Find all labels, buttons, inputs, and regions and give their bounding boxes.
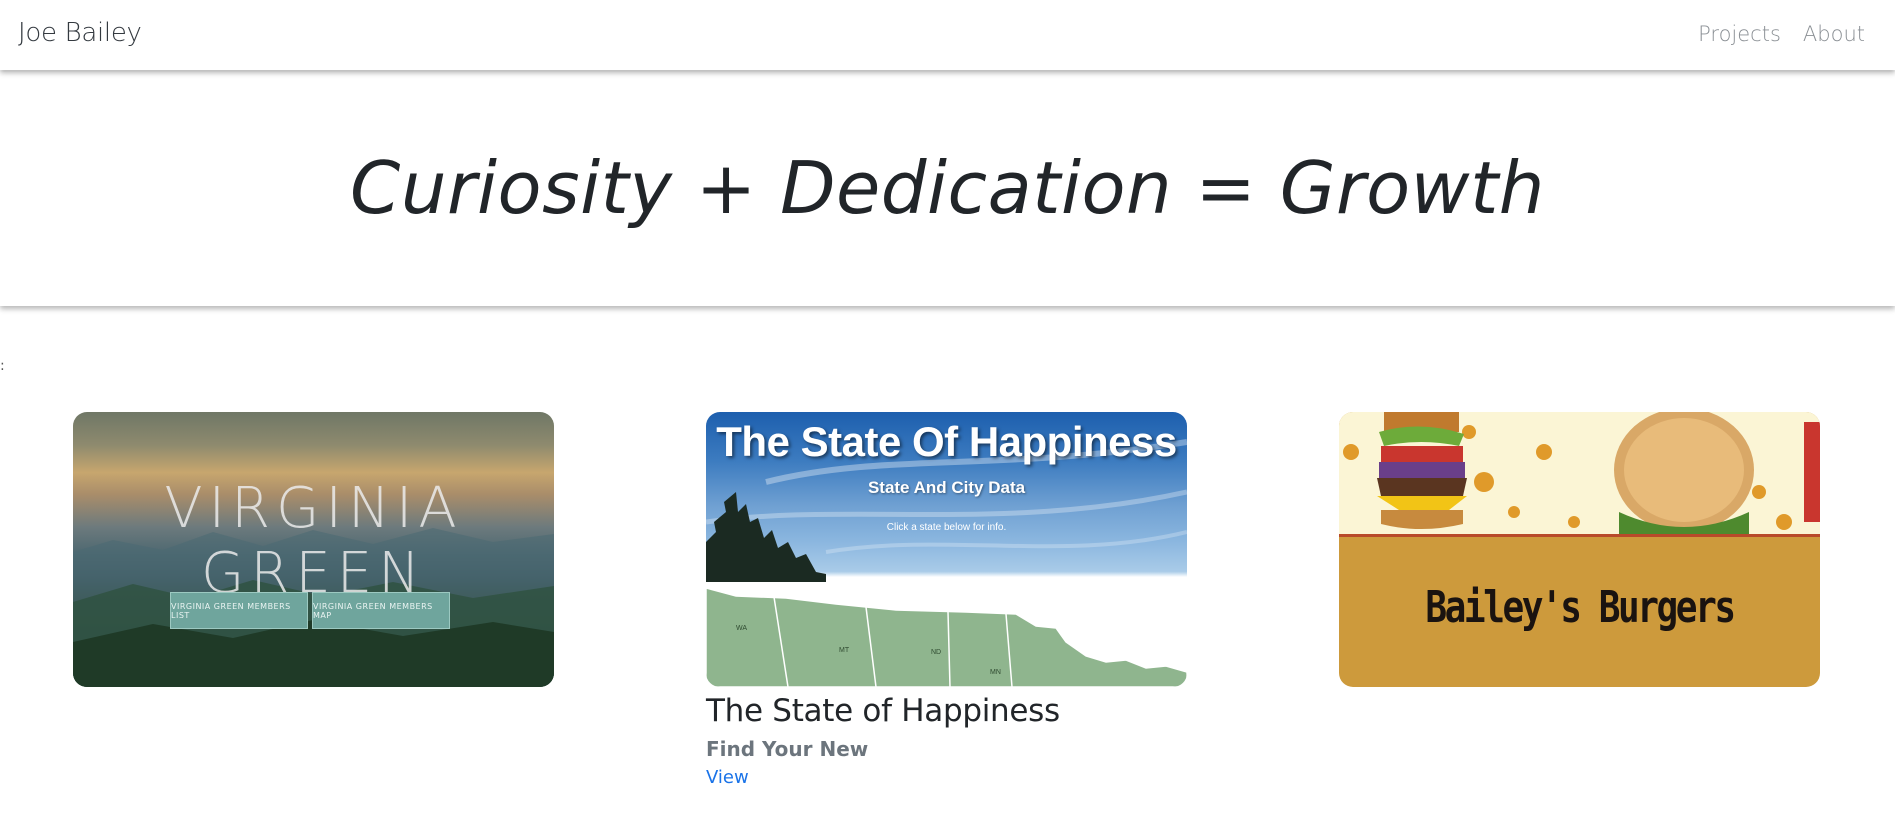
members-list-button-image: VIRGINIA GREEN MEMBERS LIST [170, 592, 308, 629]
project-card-baileys-burgers: Bailey's Burgers [1339, 412, 1820, 687]
burger-banner [1339, 412, 1820, 537]
virginia-green-heading: VIRGINIA GREEN [164, 476, 463, 606]
state-of-happiness-heading: The State Of Happiness [716, 418, 1177, 465]
virginia-green-button-group: VIRGINIA GREEN MEMBERS LIST VIRGINIA GRE… [170, 592, 450, 629]
nav-links: Projects About [1698, 22, 1865, 46]
state-of-happiness-hint: Click a state below for info. [886, 522, 1007, 533]
hero-banner: Curiosity + Dedication = Growth [0, 72, 1895, 306]
map-label-nd: ND [931, 649, 941, 656]
project-card-virginia-green: VIRGINIA GREEN VIRGINIA GREEN MEMBERS LI… [73, 412, 554, 687]
nav-link-projects[interactable]: Projects [1698, 22, 1781, 46]
burger-illustration [1343, 412, 1820, 534]
baileys-burgers-heading: Bailey's Burgers [1425, 582, 1736, 633]
state-of-happiness-subheading: State And City Data [867, 478, 1026, 497]
nav-link-about[interactable]: About [1803, 22, 1865, 46]
project-thumbnail-baileys-burgers[interactable]: Bailey's Burgers [1339, 412, 1820, 687]
map-label-mt: MT [839, 647, 850, 654]
card-title: The State of Happiness [706, 693, 1060, 729]
navbar: Joe Bailey Projects About [0, 0, 1895, 70]
map-label-wa: WA [736, 625, 747, 632]
project-card-state-of-happiness: WA MT ND MN The State Of Happiness State… [706, 412, 1187, 788]
view-project-link[interactable]: View [706, 767, 749, 788]
card-caption: The State of Happiness Find Your New Vie… [706, 693, 1187, 788]
project-thumbnail-virginia-green[interactable]: VIRGINIA GREEN VIRGINIA GREEN MEMBERS LI… [73, 412, 554, 687]
members-map-button-image: VIRGINIA GREEN MEMBERS MAP [312, 592, 450, 629]
map-label-mn: MN [990, 669, 1001, 676]
project-thumbnail-state-of-happiness[interactable]: WA MT ND MN The State Of Happiness State… [706, 412, 1187, 687]
stray-text-mark: : [0, 358, 5, 374]
card-subtitle: Find Your New [706, 737, 869, 761]
us-map-thumbnail: WA MT ND MN [706, 578, 1187, 687]
brand-link[interactable]: Joe Bailey [18, 18, 142, 48]
hero-title: Curiosity + Dedication = Growth [350, 146, 1545, 230]
